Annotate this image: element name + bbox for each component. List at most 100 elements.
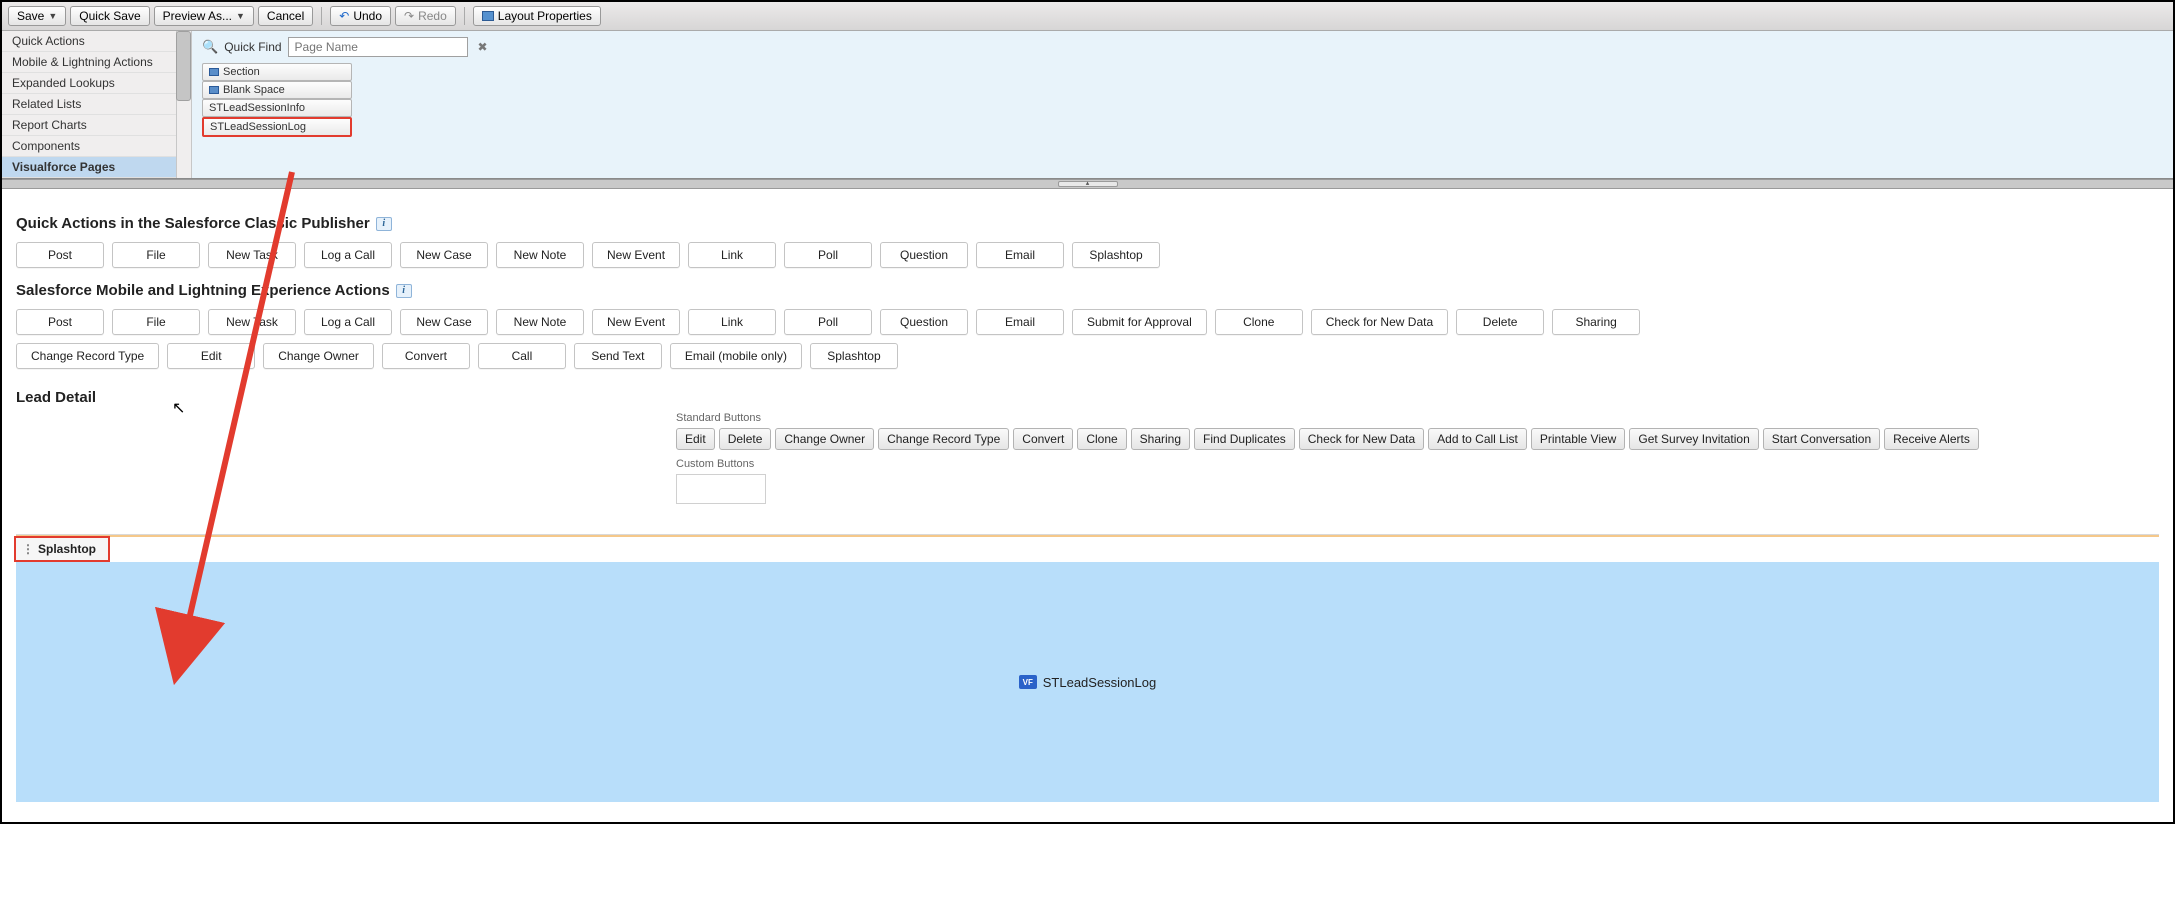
- quick-find-input[interactable]: [288, 37, 468, 57]
- action-chip[interactable]: Splashtop: [1072, 242, 1160, 268]
- classic-actions-header: Quick Actions in the Salesforce Classic …: [16, 215, 2159, 232]
- classic-actions-title: Quick Actions in the Salesforce Classic …: [16, 215, 370, 232]
- redo-button[interactable]: ↷Redo: [395, 6, 456, 26]
- action-chip[interactable]: Email: [976, 242, 1064, 268]
- standard-button[interactable]: Change Owner: [775, 428, 874, 450]
- action-chip[interactable]: New Task: [208, 242, 296, 268]
- top-toolbar: Save▼ Quick Save Preview As...▼ Cancel ↶…: [2, 2, 2173, 31]
- action-chip[interactable]: Send Text: [574, 343, 662, 369]
- action-chip[interactable]: Edit: [167, 343, 255, 369]
- component-item[interactable]: STLeadSessionInfo: [202, 99, 352, 117]
- save-button[interactable]: Save▼: [8, 6, 66, 26]
- action-chip[interactable]: New Task: [208, 309, 296, 335]
- action-chip[interactable]: File: [112, 309, 200, 335]
- standard-buttons-row: EditDeleteChange OwnerChange Record Type…: [676, 428, 1979, 450]
- custom-buttons-box: Custom Buttons: [676, 458, 1979, 504]
- action-chip[interactable]: Delete: [1456, 309, 1544, 335]
- action-chip[interactable]: Log a Call: [304, 309, 392, 335]
- component-item-label: Section: [223, 66, 260, 78]
- component-item[interactable]: STLeadSessionLog: [202, 117, 352, 137]
- palette-category-item[interactable]: Report Charts: [2, 115, 191, 136]
- info-icon[interactable]: i: [376, 217, 392, 231]
- action-chip[interactable]: Submit for Approval: [1072, 309, 1207, 335]
- palette-category-item[interactable]: Expanded Lookups: [2, 73, 191, 94]
- action-chip[interactable]: Question: [880, 309, 968, 335]
- action-chip[interactable]: Post: [16, 242, 104, 268]
- action-chip[interactable]: Change Owner: [263, 343, 374, 369]
- quick-save-button[interactable]: Quick Save: [70, 6, 149, 26]
- palette-category-item[interactable]: Related Lists: [2, 94, 191, 115]
- action-chip[interactable]: New Event: [592, 309, 680, 335]
- layout-properties-button[interactable]: Layout Properties: [473, 6, 601, 26]
- component-list: Section Blank SpaceSTLeadSessionInfoSTLea…: [202, 63, 352, 137]
- scrollbar-thumb[interactable]: [176, 31, 191, 101]
- cancel-button[interactable]: Cancel: [258, 6, 313, 26]
- undo-icon: ↶: [339, 9, 349, 23]
- standard-button[interactable]: Clone: [1077, 428, 1126, 450]
- caret-down-icon: ▼: [236, 11, 245, 21]
- palette-category-item[interactable]: Quick Actions▾: [2, 31, 191, 52]
- action-chip[interactable]: Convert: [382, 343, 470, 369]
- action-chip[interactable]: Poll: [784, 309, 872, 335]
- action-chip[interactable]: Call: [478, 343, 566, 369]
- palette-category-list: Quick Actions▾Mobile & Lightning Actions…: [2, 31, 192, 178]
- standard-button[interactable]: Edit: [676, 428, 715, 450]
- lead-detail-header: Lead Detail: [16, 389, 2159, 406]
- action-chip[interactable]: Link: [688, 242, 776, 268]
- action-chip[interactable]: Log a Call: [304, 242, 392, 268]
- standard-button[interactable]: Printable View: [1531, 428, 1626, 450]
- clear-search-icon[interactable]: ✖: [474, 40, 492, 54]
- action-chip[interactable]: Splashtop: [810, 343, 898, 369]
- standard-button[interactable]: Delete: [719, 428, 772, 450]
- info-icon[interactable]: i: [396, 284, 412, 298]
- quick-find-label: Quick Find: [224, 40, 281, 54]
- scrollbar[interactable]: [176, 31, 191, 178]
- action-chip[interactable]: Email: [976, 309, 1064, 335]
- action-chip[interactable]: New Event: [592, 242, 680, 268]
- lex-actions-title: Salesforce Mobile and Lightning Experien…: [16, 282, 390, 299]
- layout-properties-label: Layout Properties: [498, 9, 592, 23]
- action-chip[interactable]: Clone: [1215, 309, 1303, 335]
- action-chip[interactable]: Poll: [784, 242, 872, 268]
- undo-button[interactable]: ↶ Undo: [330, 6, 391, 26]
- action-chip[interactable]: New Case: [400, 309, 488, 335]
- action-chip[interactable]: File: [112, 242, 200, 268]
- action-chip[interactable]: Question: [880, 242, 968, 268]
- action-chip[interactable]: Change Record Type: [16, 343, 159, 369]
- separator: [464, 7, 465, 25]
- custom-buttons-dropzone[interactable]: [676, 474, 766, 504]
- standard-button[interactable]: Convert: [1013, 428, 1073, 450]
- preview-as-button[interactable]: Preview As...▼: [154, 6, 254, 26]
- standard-button[interactable]: Sharing: [1131, 428, 1190, 450]
- standard-button[interactable]: Start Conversation: [1763, 428, 1880, 450]
- grip-icon: ▴: [1058, 181, 1118, 187]
- action-chip[interactable]: Sharing: [1552, 309, 1640, 335]
- layout-canvas: Quick Actions in the Salesforce Classic …: [2, 189, 2173, 822]
- palette-category-item[interactable]: Components: [2, 136, 191, 157]
- undo-label: Undo: [353, 9, 382, 23]
- quick-find-row: 🔍 Quick Find ✖: [202, 37, 2163, 57]
- action-chip[interactable]: Check for New Data: [1311, 309, 1448, 335]
- separator: [321, 7, 322, 25]
- dropzone-content-label: STLeadSessionLog: [1043, 675, 1156, 690]
- component-item[interactable]: Section: [202, 63, 352, 81]
- standard-button[interactable]: Check for New Data: [1299, 428, 1424, 450]
- action-chip[interactable]: New Note: [496, 242, 584, 268]
- component-item[interactable]: Blank Space: [202, 81, 352, 99]
- standard-button[interactable]: Change Record Type: [878, 428, 1009, 450]
- palette-category-item[interactable]: Visualforce Pages▾: [2, 157, 191, 178]
- palette-category-item[interactable]: Mobile & Lightning Actions: [2, 52, 191, 73]
- action-chip[interactable]: Link: [688, 309, 776, 335]
- action-chip[interactable]: Post: [16, 309, 104, 335]
- splashtop-section-tab[interactable]: ⋮Splashtop: [14, 536, 110, 562]
- action-chip[interactable]: New Note: [496, 309, 584, 335]
- action-chip[interactable]: New Case: [400, 242, 488, 268]
- collapse-handle[interactable]: ▴: [2, 179, 2173, 189]
- lex-actions-row-2: Change Record Type Edit Change Owner Conver…: [16, 343, 2159, 369]
- standard-button[interactable]: Receive Alerts: [1884, 428, 1979, 450]
- standard-button[interactable]: Get Survey Invitation: [1629, 428, 1758, 450]
- standard-button[interactable]: Add to Call List: [1428, 428, 1527, 450]
- visualforce-dropzone[interactable]: VF STLeadSessionLog: [16, 562, 2159, 802]
- standard-button[interactable]: Find Duplicates: [1194, 428, 1295, 450]
- action-chip[interactable]: Email (mobile only): [670, 343, 802, 369]
